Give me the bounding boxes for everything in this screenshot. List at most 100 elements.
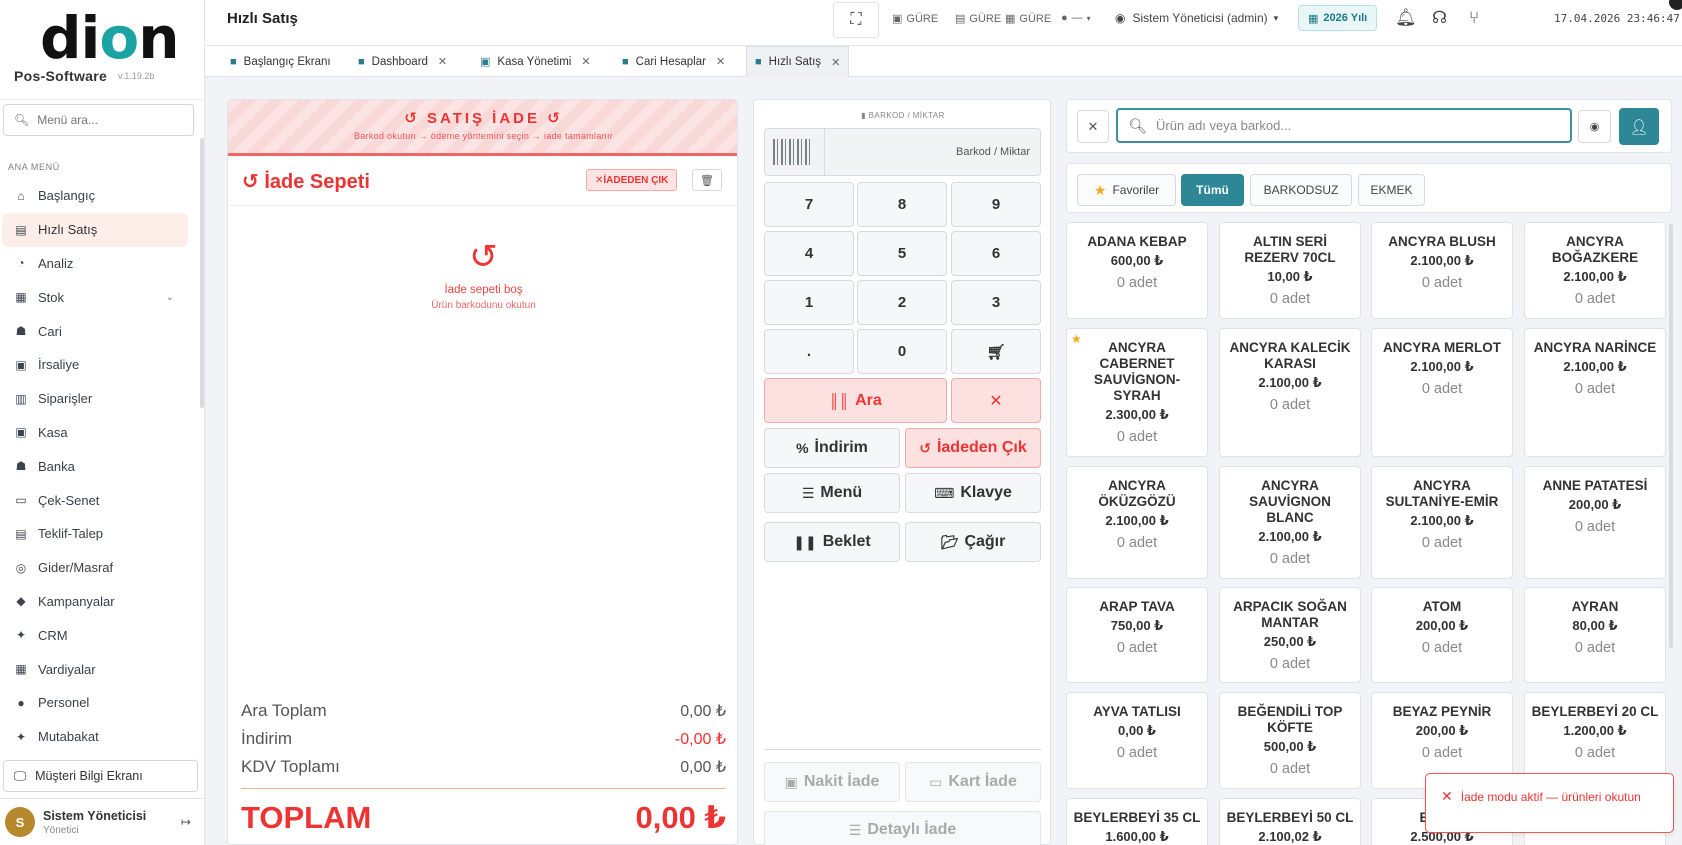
key-5[interactable]: 5 [857,231,947,276]
sidebar-item-stok[interactable]: ▦ Stok ⌄ [2,280,188,314]
key-6[interactable]: 6 [951,231,1041,276]
card-return-button[interactable]: ▭ Kart İade [905,762,1041,802]
product-card[interactable]: ANCYRA SULTANİYE-EMİR 2.100,00 ₺ 0 adet [1371,466,1513,579]
sidebar-item-sipari-ler[interactable]: ▥ Siparişler [2,382,188,416]
sidebar-item-kasa[interactable]: ▣ Kasa [2,416,188,450]
tab-baslangic[interactable]: ■ Başlangıç Ekranı [222,46,339,77]
sidebar-item-h-zl-sat-[interactable]: ▤ Hızlı Satış [2,212,188,247]
product-card[interactable]: ARPACIK SOĞAN MANTAR 250,00 ₺ 0 adet [1219,587,1361,683]
close-icon: ✕ [595,174,604,186]
keyboard-button[interactable]: ⌨ Klavye [905,473,1041,513]
sidebar-item-kampanyalar[interactable]: ◆ Kampanyalar [2,585,188,619]
sidebar-item-analiz[interactable]: ◔ Analiz [2,247,188,281]
key-2[interactable]: 2 [857,280,947,325]
tab-dashboard[interactable]: ■ Dashboard ✕ [350,46,455,77]
product-card[interactable]: ANCYRA ÖKÜZGÖZÜ 2.100,00 ₺ 0 adet [1066,466,1208,579]
sidebar-item-personel[interactable]: ● Personel [2,686,188,720]
customer-screen-button[interactable]: 🖵︎ Müşteri Bilgi Ekranı [3,760,198,792]
product-search-input[interactable]: 🔍︎ Ürün adı veya barkod... [1116,108,1572,143]
register-indicator[interactable]: ▦ GÜRE [1005,12,1051,26]
sidebar-item-teklif-talep[interactable]: ▤ Teklif-Talep [2,517,188,551]
user-dropdown[interactable]: ◉ Sistem Yöneticisi (admin) ▾ [1115,11,1278,25]
staff-indicator[interactable]: ● — ▾ [1061,12,1091,24]
key-dot[interactable]: . [764,329,854,374]
barcode-quantity-input[interactable]: Barkod / Miktar [764,128,1041,176]
utensils-icon[interactable]: ⑂ [1469,8,1479,28]
key-4[interactable]: 4 [764,231,854,276]
sidebar-item-mutabakat[interactable]: ✦ Mutabakat [2,720,188,754]
logout-icon[interactable]: ↦ [181,815,191,829]
clear-search-button[interactable]: ✕ [1077,110,1109,143]
product-card[interactable]: BEĞENDİLİ TOP KÖFTE 500,00 ₺ 0 adet [1219,692,1361,789]
tab-kasa-yonetimi[interactable]: ▣ Kasa Yönetimi ✕ [472,46,599,77]
sidebar-item-ba-lang-[interactable]: ⌂ Başlangıç [2,179,188,213]
cash-return-button[interactable]: ▣ Nakit İade [764,762,900,802]
sidebar-item-i-rsaliye[interactable]: ▣ İrsaliye [2,348,188,382]
tab-hizli-satis[interactable]: ■ Hızlı Satış ✕ [746,46,850,77]
key-8[interactable]: 8 [857,182,947,227]
menu-button[interactable]: ☰ Menü [764,473,900,513]
sidebar-item-gider-masraf[interactable]: ◎ Gider/Masraf [2,551,188,585]
sidebar-item--ek-senet[interactable]: ▭ Çek-Senet [2,483,188,517]
sidebar-item-banka[interactable]: ☗ Banka [2,449,188,483]
avatar[interactable]: S [5,807,35,837]
search-barcode-button[interactable]: ║║ Ara [764,378,947,423]
recall-button[interactable]: 📂︎ Çağır [905,522,1041,562]
category-ekmek[interactable]: EKMEK [1358,174,1425,206]
warehouse-indicator[interactable]: ▤ GÜRE [955,12,1001,26]
fullscreen-button[interactable]: ⛶ [833,2,879,38]
headset-icon[interactable]: ☊ [1432,8,1447,28]
category-favoriler[interactable]: ★ Favoriler [1077,174,1176,206]
product-card[interactable]: ★ ANCYRA CABERNET SAUVİGNON-SYRAH 2.300,00… [1066,328,1208,457]
key-9[interactable]: 9 [951,182,1041,227]
clear-cart-button[interactable]: 🗑︎ [692,169,722,191]
sidebar-item-crm[interactable]: ✦ CRM [2,618,188,652]
key-1[interactable]: 1 [764,280,854,325]
key-3[interactable]: 3 [951,280,1041,325]
hold-button[interactable]: ❚❚ Beklet [764,522,900,562]
close-icon[interactable]: ✕ [1441,788,1453,804]
detailed-return-button[interactable]: ☰ Detaylı İade [764,811,1041,845]
key-0[interactable]: 0 [857,329,947,374]
category-tumu[interactable]: Tümü [1181,174,1244,206]
customer-select-button[interactable]: 👤︎ [1619,108,1659,145]
key-7[interactable]: 7 [764,182,854,227]
sidebar-item-cari[interactable]: ☗ Cari [2,314,188,348]
exit-return-button[interactable]: ✕ İADEDEN ÇIK [586,169,678,191]
product-card[interactable]: ALTIN SERİ REZERV 70CL 10,00 ₺ 0 adet [1219,222,1361,319]
product-card[interactable]: ARAP TAVA 750,00 ₺ 0 adet [1066,587,1208,683]
product-card[interactable]: AYVA TATLISI 0,00 ₺ 0 adet [1066,692,1208,789]
product-card[interactable]: BEYLERBEYİ 50 CL 2.100,02 ₺ [1219,798,1361,845]
product-card[interactable]: ANCYRA MERLOT 2.100,00 ₺ 0 adet [1371,328,1513,457]
product-card[interactable]: ANCYRA KALECİK KARASI 2.100,00 ₺ 0 adet [1219,328,1361,457]
clear-button[interactable]: ✕ [951,378,1041,423]
close-icon[interactable]: ✕ [581,55,590,68]
product-card[interactable]: ATOM 200,00 ₺ 0 adet [1371,587,1513,683]
product-card[interactable]: BEYLERBEYİ 35 CL 1.600,00 ₺ [1066,798,1208,845]
discount-button[interactable]: % İndirim [764,428,900,468]
product-name: ANCYRA SULTANİYE-EMİR [1385,478,1499,509]
exit-return-mode-button[interactable]: ↺ İadeden Çık [905,428,1041,468]
product-card[interactable]: ANCYRA BOĞAZKERE 2.100,00 ₺ 0 adet [1524,222,1666,319]
category-barkodsuz[interactable]: BARKODSUZ [1250,174,1352,206]
close-icon[interactable]: ✕ [831,56,840,69]
product-card[interactable]: ANNE PATATESİ 200,00 ₺ 0 adet [1524,466,1666,579]
menu-search-input[interactable]: 🔍︎ Menü ara... [3,104,194,136]
sidebar-item-label: CRM [38,627,68,643]
product-card[interactable]: ADANA KEBAP 600,00 ₺ 0 adet [1066,222,1208,319]
product-card[interactable]: ANCYRA BLUSH 2.100,00 ₺ 0 adet [1371,222,1513,319]
add-to-cart-button[interactable]: 🛒︎ [951,329,1041,374]
tab-cari-hesaplar[interactable]: ■ Cari Hesaplar ✕ [614,46,733,77]
close-icon[interactable]: ✕ [438,55,447,68]
product-grid-scrollbar[interactable] [1669,224,1673,648]
product-card[interactable]: ANCYRA NARİNCE 2.100,00 ₺ 0 adet [1524,328,1666,457]
product-card[interactable]: AYRAN 80,00 ₺ 0 adet [1524,587,1666,683]
sidebar-scrollbar[interactable] [200,138,204,408]
camera-scan-button[interactable]: ◉ [1578,110,1611,143]
fiscal-year-badge[interactable]: ▦ 2026 Yılı [1298,5,1378,31]
branch-indicator[interactable]: ▣ GÜRE [892,12,938,26]
bell-icon[interactable]: 🔔︎ [1395,8,1417,28]
sidebar-item-vardiyalar[interactable]: ▦ Vardiyalar [2,652,188,686]
product-card[interactable]: ANCYRA SAUVİGNON BLANC 2.100,00 ₺ 0 adet [1219,466,1361,579]
close-icon[interactable]: ✕ [716,55,725,68]
